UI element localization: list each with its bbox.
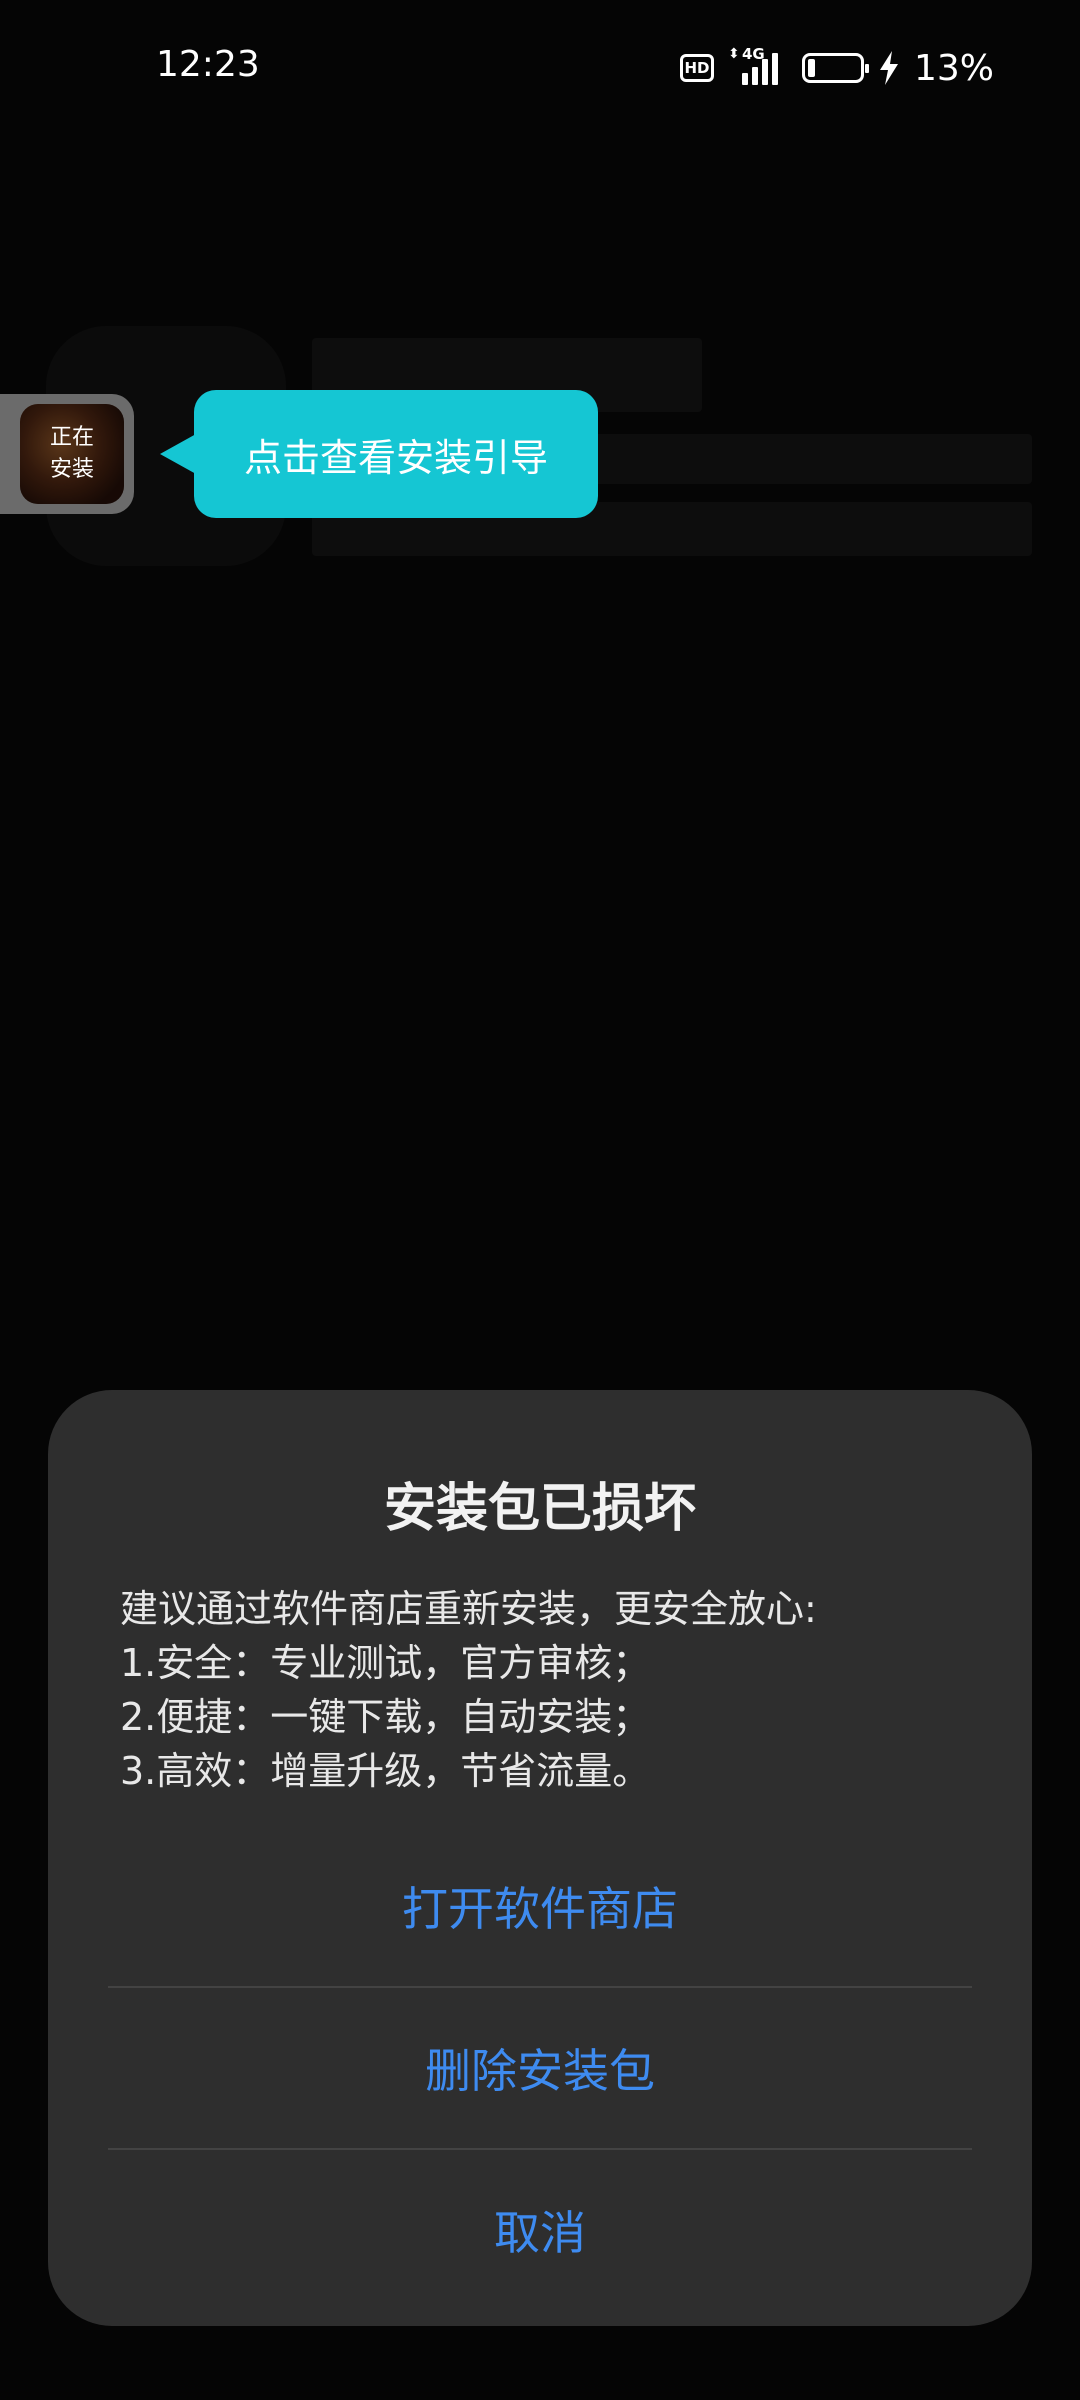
battery-fill — [807, 59, 815, 77]
cell-signal-icon: 4G ⬍ — [727, 45, 788, 85]
charging-bolt-icon — [879, 51, 898, 85]
battery-icon — [801, 53, 869, 83]
tooltip-arrow — [160, 434, 196, 474]
status-bar: 12:23 HD 4G ⬍ 13% — [0, 0, 1080, 130]
dialog-message-line: 2.便捷：一键下载，自动安装； — [120, 1695, 651, 1739]
installing-label: 正在 安装 — [20, 404, 124, 504]
installing-floating-widget[interactable]: 正在 安装 — [0, 394, 134, 514]
cancel-button[interactable]: 取消 — [48, 2150, 1032, 2310]
screen: 12:23 HD 4G ⬍ 13% 正在 安装 点击查看安装引导 安装包已损坏 … — [0, 0, 1080, 2400]
dialog-title: 安装包已损坏 — [383, 1479, 696, 1539]
status-icons: HD 4G ⬍ 13% — [679, 44, 994, 92]
dialog-message: 建议通过软件商店重新安装，更安全放心: 1.安全：专业测试，官方审核； 2.便捷… — [120, 1582, 980, 1798]
delete-package-button[interactable]: 删除安装包 — [48, 1988, 1032, 2148]
battery-percent: 13% — [913, 47, 994, 89]
dialog-message-line: 1.安全：专业测试，官方审核； — [120, 1641, 651, 1685]
network-type-label: 4G — [741, 45, 765, 63]
signal-bar — [771, 53, 778, 85]
app-thumbnail: 正在 安装 — [20, 404, 124, 504]
installing-label-line2: 安装 — [49, 457, 94, 482]
installing-label-line1: 正在 — [49, 425, 94, 450]
corrupted-package-dialog: 安装包已损坏 建议通过软件商店重新安装，更安全放心: 1.安全：专业测试，官方审… — [48, 1390, 1032, 2326]
open-app-store-button[interactable]: 打开软件商店 — [48, 1826, 1032, 1986]
status-time: 12:23 — [156, 44, 260, 85]
dialog-message-line: 3.高效：增量升级，节省流量。 — [120, 1749, 651, 1793]
install-guide-tooltip[interactable]: 点击查看安装引导 — [194, 390, 598, 518]
signal-bar — [741, 73, 748, 85]
data-arrows-icon: ⬍ — [727, 46, 740, 62]
dialog-message-line: 建议通过软件商店重新安装，更安全放心: — [120, 1587, 817, 1631]
signal-bar — [751, 67, 758, 85]
hd-icon: HD — [679, 54, 714, 82]
